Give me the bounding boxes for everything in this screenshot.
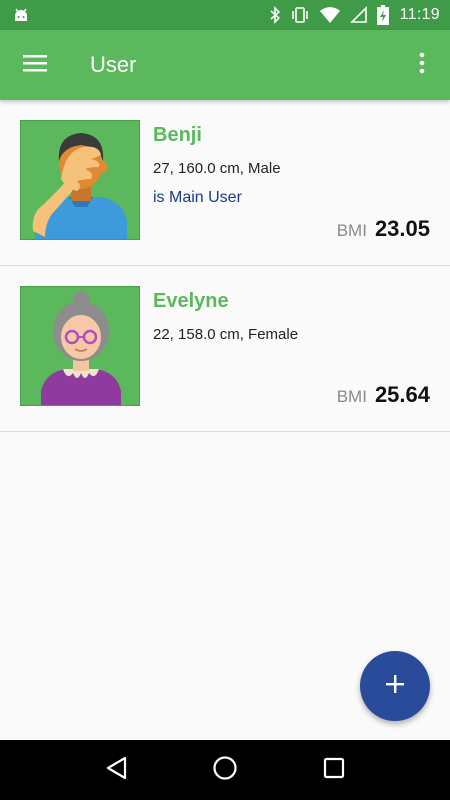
bmi-label: BMI: [336, 387, 367, 406]
user-card-benji[interactable]: Benji 27, 160.0 cm, Male is Main User BM…: [0, 100, 450, 266]
user-name: Evelyne: [153, 290, 229, 312]
status-bar: 11:19: [0, 0, 450, 30]
hamburger-menu-icon: [23, 54, 47, 77]
user-name: Benji: [153, 124, 202, 146]
more-vert-icon: [419, 52, 425, 79]
add-user-button[interactable]: [360, 651, 430, 721]
battery-charging-icon: [376, 5, 389, 25]
app-bar: User: [0, 30, 450, 100]
back-button[interactable]: [91, 745, 141, 795]
back-icon: [105, 756, 127, 785]
bluetooth-icon: [269, 6, 281, 24]
no-signal-icon: [349, 6, 368, 24]
status-time: 11:19: [399, 6, 440, 23]
user-details: 27, 160.0 cm, Male: [153, 160, 281, 177]
grandmother-avatar-icon: [20, 286, 140, 406]
overflow-menu-button[interactable]: [394, 30, 450, 100]
menu-button[interactable]: [0, 30, 70, 100]
facepalm-man-avatar-icon: [20, 120, 140, 240]
user-details: 22, 158.0 cm, Female: [153, 326, 299, 343]
vibrate-icon: [290, 6, 310, 24]
status-left: [12, 7, 30, 23]
plus-icon: [385, 674, 405, 699]
page-title: User: [90, 52, 137, 77]
home-icon: [212, 755, 238, 786]
main-user-label: is Main User: [153, 189, 242, 206]
bmi-label: BMI: [336, 221, 367, 240]
android-icon: [12, 7, 30, 23]
bmi-block: BMI 25.64: [337, 382, 430, 408]
user-card-evelyne[interactable]: Evelyne 22, 158.0 cm, Female BMI 25.64: [0, 266, 450, 432]
user-list: Benji 27, 160.0 cm, Male is Main User BM…: [0, 100, 450, 432]
bmi-block: BMI 23.05: [337, 216, 430, 242]
home-button[interactable]: [200, 745, 250, 795]
navigation-bar: [0, 740, 450, 800]
status-right: 11:19: [269, 5, 440, 25]
bmi-value: 25.64: [374, 382, 430, 407]
bmi-value: 23.05: [374, 216, 430, 241]
recents-icon: [323, 757, 345, 784]
recents-button[interactable]: [309, 745, 359, 795]
wifi-icon: [319, 6, 341, 24]
